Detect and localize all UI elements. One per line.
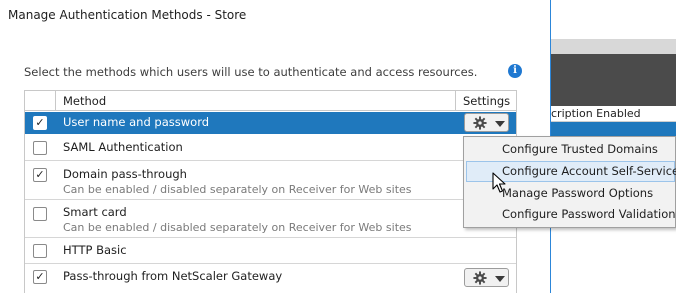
background-toolbar [551,0,676,40]
table-row-http-basic[interactable]: HTTP Basic [25,238,516,264]
menu-item-label: Manage Password Options [502,186,654,200]
settings-column-header: Settings [463,94,511,108]
background-dark-panel [551,54,676,106]
background-gray-band [551,40,676,54]
checkbox-pass-through-from-netscaler-gateway[interactable]: ✓ [33,270,47,284]
method-label: SAML Authentication [63,140,183,154]
table-row-domain-pass-through[interactable]: ✓ Domain pass-through Can be enabled / d… [25,161,516,200]
table-row-pass-through-from-netscaler-gateway[interactable]: ✓ Pass-through from NetScaler Gateway [25,264,516,293]
checkbox-column-header [25,91,56,111]
settings-button-user-name-and-password[interactable] [464,113,509,132]
settings-button-pass-through-from-netscaler-gateway[interactable] [464,268,509,287]
caret-down-icon [495,276,505,282]
table-row-user-name-and-password[interactable]: ✓ User name and password [25,112,516,134]
checkbox-user-name-and-password[interactable]: ✓ [33,116,47,130]
method-description: Can be enabled / disabled separately on … [63,221,412,234]
table-header: Method Settings [25,91,516,111]
table-row-smart-card[interactable]: Smart card Can be enabled / disabled sep… [25,200,516,238]
info-icon[interactable]: i [508,64,522,78]
menu-item-configure-trusted-domains[interactable]: Configure Trusted Domains [466,139,675,160]
checkbox-domain-pass-through[interactable]: ✓ [33,168,47,182]
method-column-header: Method [63,94,107,108]
mouse-pointer-icon [492,172,506,193]
menu-item-configure-password-validation[interactable]: Configure Password Validation [466,204,676,225]
gear-icon [473,116,487,130]
method-label: HTTP Basic [63,243,127,257]
checkbox-http-basic[interactable] [33,244,47,258]
caret-down-icon [495,121,505,127]
method-label: Domain pass-through [63,167,187,181]
column-divider [455,91,456,111]
table-row-saml-authentication[interactable]: SAML Authentication [25,134,516,161]
checkbox-saml-authentication[interactable] [33,141,47,155]
method-label: Smart card [63,205,127,219]
method-label: Pass-through from NetScaler Gateway [63,269,283,283]
menu-item-label: Configure Trusted Domains [502,142,658,156]
gear-icon [473,271,487,285]
checkbox-smart-card[interactable] [33,207,47,221]
background-column-header-label: cription Enabled [551,107,641,120]
background-column-header: cription Enabled [551,106,676,122]
menu-item-label: Configure Password Validation [502,207,676,221]
method-label: User name and password [63,115,210,129]
menu-item-label: Configure Account Self-Service [502,164,676,178]
dialog-title: Manage Authentication Methods - Store [8,8,247,22]
instruction-text: Select the methods which users will use … [24,65,478,79]
method-description: Can be enabled / disabled separately on … [63,183,412,196]
methods-table: Method Settings ✓ User name and password [24,90,517,293]
